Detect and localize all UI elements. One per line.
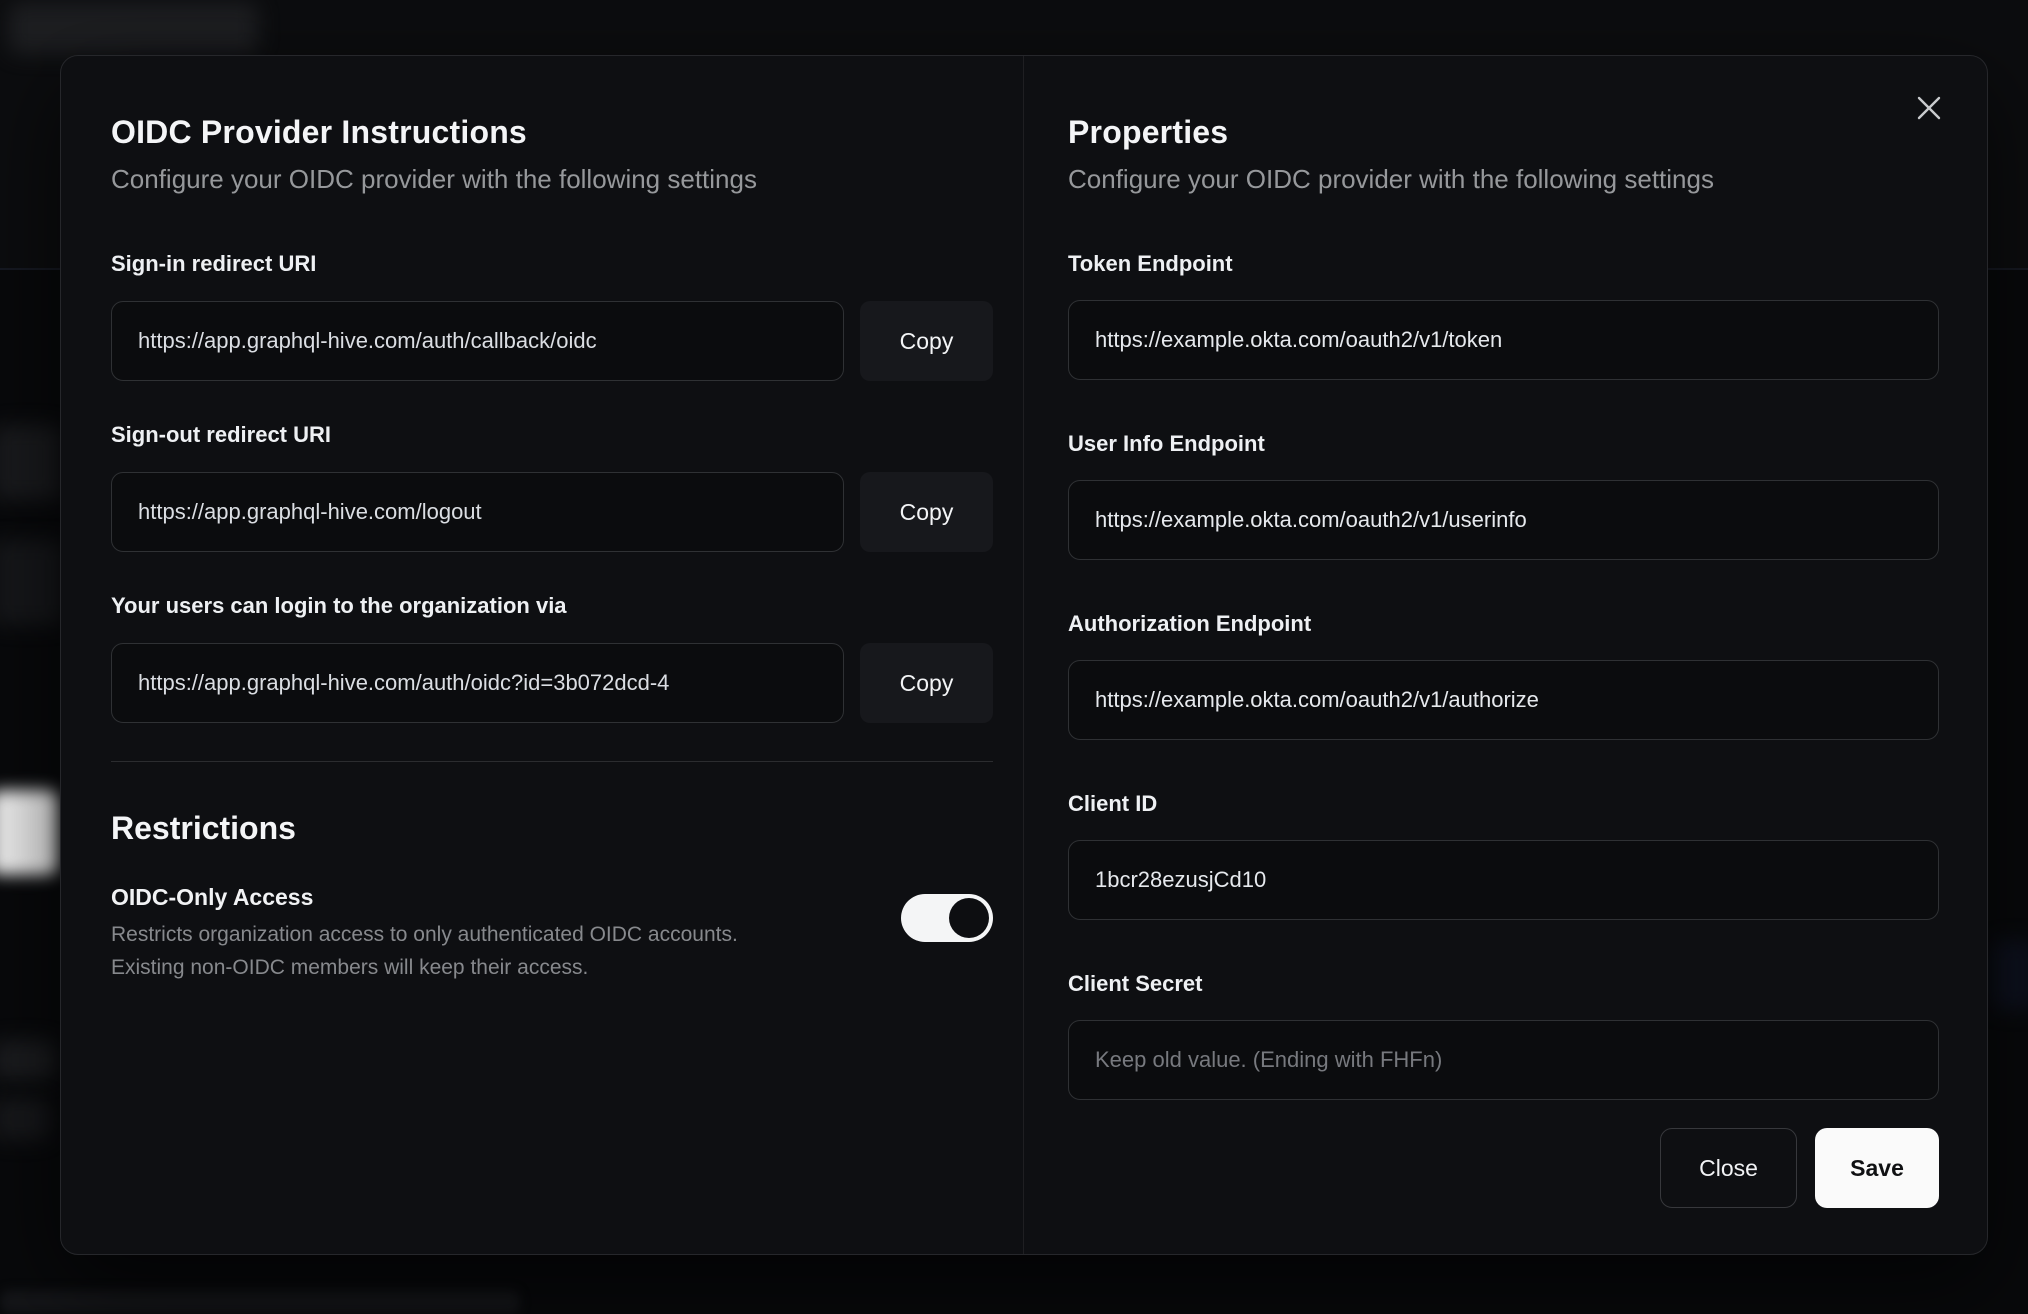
oidc-only-access-row: OIDC-Only Access Restricts organization … — [111, 882, 993, 984]
background-blur-shape — [8, 2, 258, 54]
properties-column: Properties Configure your OIDC provider … — [1023, 56, 1987, 1254]
oidc-settings-modal: OIDC Provider Instructions Configure you… — [60, 55, 1988, 1255]
oidc-only-access-description: Restricts organization access to only au… — [111, 918, 738, 984]
sign-in-redirect-label: Sign-in redirect URI — [111, 251, 317, 276]
user-info-endpoint-label: User Info Endpoint — [1068, 431, 1265, 456]
description-line-2: Existing non-OIDC members will keep thei… — [111, 956, 589, 979]
client-id-group: Client ID — [1068, 790, 1939, 920]
toggle-knob — [949, 898, 989, 938]
section-divider — [111, 761, 993, 762]
login-url-group: Your users can login to the organization… — [111, 592, 993, 723]
sign-out-redirect-input[interactable] — [111, 472, 844, 552]
description-line-1: Restricts organization access to only au… — [111, 923, 738, 946]
sign-out-redirect-row: Copy — [111, 472, 993, 552]
login-url-input[interactable] — [111, 643, 844, 723]
background-blur-shape — [0, 1098, 50, 1140]
modal-actions: Close Save — [1068, 1128, 1939, 1208]
sign-in-redirect-row: Copy — [111, 301, 993, 381]
client-secret-label: Client Secret — [1068, 971, 1203, 996]
oidc-only-access-toggle[interactable] — [901, 894, 993, 942]
client-secret-input[interactable] — [1068, 1020, 1939, 1100]
authorization-endpoint-group: Authorization Endpoint — [1068, 610, 1939, 740]
close-icon — [1917, 96, 1941, 120]
properties-subtitle: Configure your OIDC provider with the fo… — [1068, 164, 1714, 194]
copy-login-url-button[interactable]: Copy — [860, 643, 993, 723]
sign-out-redirect-group: Sign-out redirect URI Copy — [111, 421, 993, 552]
restrictions-title: Restrictions — [111, 810, 296, 846]
token-endpoint-input[interactable] — [1068, 300, 1939, 380]
user-info-endpoint-input[interactable] — [1068, 480, 1939, 560]
background-blur-shape — [0, 790, 58, 875]
sign-in-redirect-group: Sign-in redirect URI Copy — [111, 250, 993, 381]
instructions-subtitle: Configure your OIDC provider with the fo… — [111, 164, 757, 194]
oidc-only-access-label: OIDC-Only Access — [111, 884, 314, 910]
background-blur-shape — [0, 540, 64, 625]
close-button[interactable]: Close — [1660, 1128, 1797, 1208]
instructions-title: OIDC Provider Instructions — [111, 114, 527, 150]
background-blur-shape — [0, 1290, 520, 1314]
instructions-column: OIDC Provider Instructions Configure you… — [61, 56, 1023, 1254]
client-secret-group: Client Secret — [1068, 970, 1939, 1100]
login-url-row: Copy — [111, 643, 993, 723]
background-blur-shape — [1992, 940, 2028, 1010]
login-url-label: Your users can login to the organization… — [111, 593, 567, 618]
properties-title: Properties — [1068, 114, 1229, 150]
copy-sign-out-button[interactable]: Copy — [860, 472, 993, 552]
background-blur-shape — [0, 1040, 56, 1080]
client-id-label: Client ID — [1068, 791, 1158, 816]
copy-sign-in-button[interactable]: Copy — [860, 301, 993, 381]
oidc-only-access-text: OIDC-Only Access Restricts organization … — [111, 882, 738, 984]
authorization-endpoint-input[interactable] — [1068, 660, 1939, 740]
user-info-endpoint-group: User Info Endpoint — [1068, 430, 1939, 560]
token-endpoint-label: Token Endpoint — [1068, 251, 1233, 276]
save-button[interactable]: Save — [1815, 1128, 1939, 1208]
dismiss-modal-button[interactable] — [1907, 86, 1951, 130]
sign-out-redirect-label: Sign-out redirect URI — [111, 422, 332, 447]
sign-in-redirect-input[interactable] — [111, 301, 844, 381]
client-id-input[interactable] — [1068, 840, 1939, 920]
background-blur-shape — [0, 425, 62, 500]
authorization-endpoint-label: Authorization Endpoint — [1068, 611, 1312, 636]
token-endpoint-group: Token Endpoint — [1068, 250, 1939, 380]
